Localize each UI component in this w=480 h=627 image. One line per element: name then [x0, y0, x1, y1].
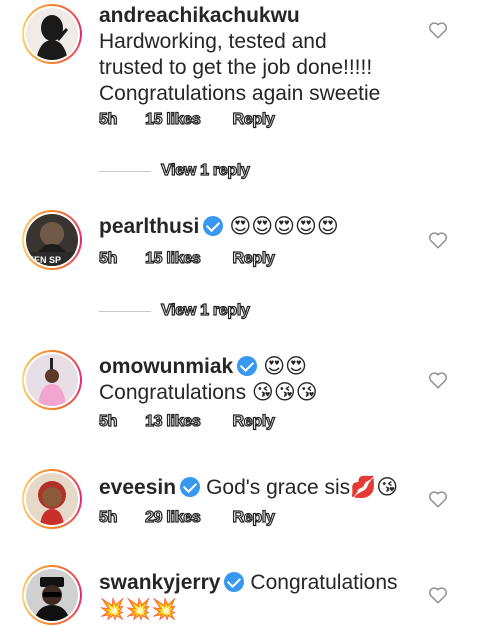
comment-time: 5h [98, 412, 118, 430]
comment-body: eveesin God's grace sis💋😘 [99, 475, 420, 501]
comment-meta: 5h 13 likes Reply [98, 412, 307, 431]
likes-count[interactable]: 15 likes [144, 249, 201, 268]
username[interactable]: omowunmiak [99, 355, 233, 378]
comment-meta: 5h 15 likes Reply [98, 249, 307, 268]
comment-text-line: Hardworking, tested and [99, 30, 327, 53]
profile-photo [38, 358, 66, 406]
likes-count[interactable]: 29 likes [144, 508, 201, 527]
verified-badge-icon [237, 356, 258, 376]
view-replies-button[interactable]: View 1 reply [99, 161, 251, 180]
heart-icon[interactable] [428, 371, 448, 389]
avatar[interactable]: EEN SP [22, 210, 82, 270]
likes-count[interactable]: 13 likes [144, 412, 201, 431]
verified-badge-icon [203, 216, 224, 236]
comment-text: 😍😍😍😍😍 [229, 214, 339, 238]
verified-badge-icon [224, 572, 245, 592]
comment-body: andreachikachukwu Hardworking, tested an… [99, 3, 420, 107]
reply-button[interactable]: Reply [232, 412, 276, 431]
comment-text: Congratulations [250, 571, 398, 594]
profile-photo [38, 481, 66, 525]
divider-line [99, 310, 151, 312]
view-replies-label: View 1 reply [160, 161, 250, 179]
comment-text-line: Congratulations 😘😘😘 [99, 381, 318, 404]
username[interactable]: swankyjerry [99, 571, 220, 594]
comment-text-line: 💥💥💥 [99, 597, 178, 621]
profile-photo [36, 15, 68, 60]
view-replies-label: View 1 reply [160, 301, 250, 319]
heart-icon[interactable] [428, 586, 448, 604]
likes-count[interactable]: 15 likes [144, 110, 201, 129]
avatar[interactable] [22, 4, 82, 64]
avatar[interactable] [22, 350, 82, 410]
comment-body: pearlthusi 😍😍😍😍😍 [99, 213, 420, 240]
comment-meta: 5h 29 likes Reply [98, 508, 307, 527]
comment-time: 5h [98, 249, 118, 267]
heart-icon[interactable] [428, 490, 448, 508]
profile-photo [34, 577, 70, 621]
comment-body: swankyjerry Congratulations 💥💥💥 [99, 570, 420, 622]
avatar[interactable] [22, 565, 82, 625]
heart-icon[interactable] [428, 231, 448, 249]
reply-button[interactable]: Reply [232, 249, 276, 268]
comment-time: 5h [98, 508, 118, 526]
username[interactable]: pearlthusi [99, 215, 199, 238]
avatar[interactable] [22, 469, 82, 529]
username[interactable]: andreachikachukwu [99, 3, 420, 29]
divider-line [99, 170, 151, 172]
comment-text-line: trusted to get the job done!!!!! [99, 56, 373, 79]
verified-badge-icon [180, 477, 201, 497]
profile-photo: EEN SP [26, 222, 78, 266]
username[interactable]: eveesin [99, 476, 176, 499]
heart-icon[interactable] [428, 21, 448, 39]
comment-time: 5h [98, 110, 118, 128]
comment-text: 😍😍 [263, 354, 307, 378]
comment-text-line: Congratulations again sweetie [99, 82, 381, 105]
reply-button[interactable]: Reply [232, 110, 276, 129]
comment-body: omowunmiak 😍😍 Congratulations 😘😘😘 [99, 353, 420, 406]
reply-button[interactable]: Reply [232, 508, 276, 527]
view-replies-button[interactable]: View 1 reply [99, 301, 251, 320]
comment-meta: 5h 15 likes Reply [98, 110, 307, 129]
avatar-caption: EEN SP [28, 255, 61, 265]
comment-text: God's grace sis💋😘 [206, 476, 399, 499]
